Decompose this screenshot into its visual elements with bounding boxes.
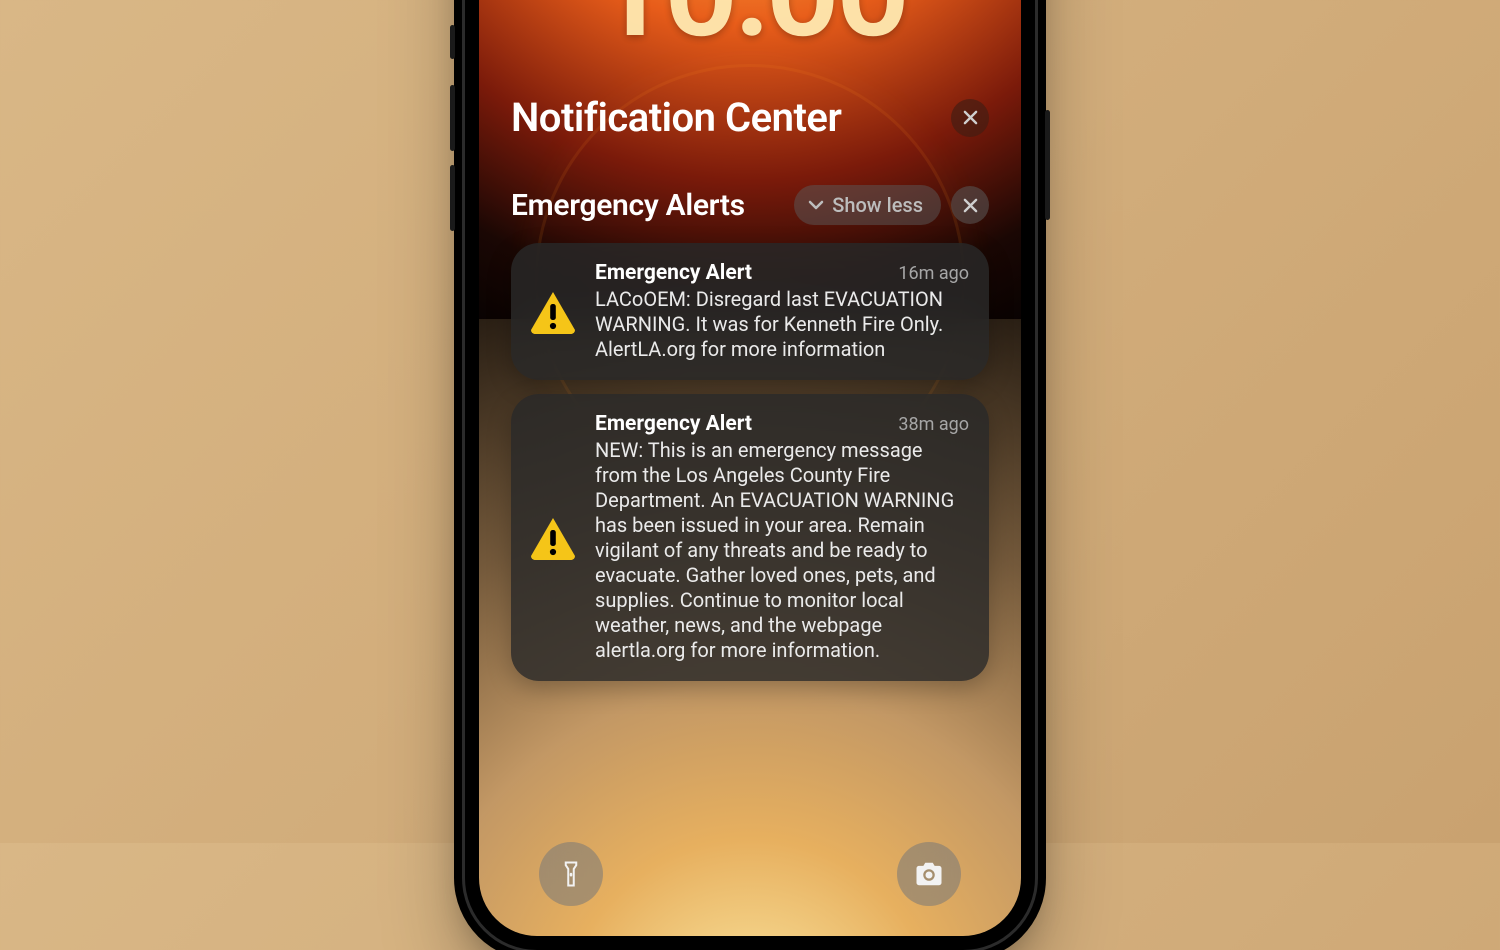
dismiss-group-button[interactable] — [951, 186, 989, 224]
phone-frame: 10:00 Notification Center Emergency Aler… — [465, 0, 1035, 950]
show-less-label: Show less — [832, 193, 923, 217]
notification-center-header: Notification Center — [511, 94, 989, 141]
alert-group-title: Emergency Alerts — [511, 188, 784, 223]
lock-screen[interactable]: 10:00 Notification Center Emergency Aler… — [479, 0, 1021, 936]
lock-screen-dock — [479, 842, 1021, 906]
alert-title: Emergency Alert — [595, 261, 752, 285]
alert-title: Emergency Alert — [595, 412, 752, 436]
camera-icon — [914, 859, 944, 889]
phone-side-button — [450, 85, 455, 151]
chevron-down-icon — [808, 200, 824, 210]
emergency-alert-notification[interactable]: Emergency Alert 38m ago NEW: This is an … — [511, 394, 989, 681]
close-icon — [963, 198, 978, 213]
lock-screen-clock: 10:00 — [479, 0, 1021, 67]
camera-button[interactable] — [897, 842, 961, 906]
alert-timestamp: 38m ago — [898, 414, 969, 435]
alert-group-header: Emergency Alerts Show less — [511, 185, 989, 225]
alert-message: NEW: This is an emergency message from t… — [595, 438, 969, 663]
warning-triangle-icon — [529, 516, 577, 560]
close-icon — [963, 110, 978, 125]
notification-center-title: Notification Center — [511, 94, 841, 141]
alert-message: LACoOEM: Disregard last EVACUATION WARNI… — [595, 287, 969, 362]
close-notification-center-button[interactable] — [951, 99, 989, 137]
phone-side-button — [450, 165, 455, 231]
flashlight-icon — [556, 859, 586, 889]
show-less-button[interactable]: Show less — [794, 185, 941, 225]
warning-triangle-icon — [529, 290, 577, 334]
phone-side-button — [450, 25, 455, 59]
emergency-alert-notification[interactable]: Emergency Alert 16m ago LACoOEM: Disrega… — [511, 243, 989, 380]
alert-timestamp: 16m ago — [898, 263, 969, 284]
flashlight-button[interactable] — [539, 842, 603, 906]
phone-side-button — [1045, 110, 1050, 220]
